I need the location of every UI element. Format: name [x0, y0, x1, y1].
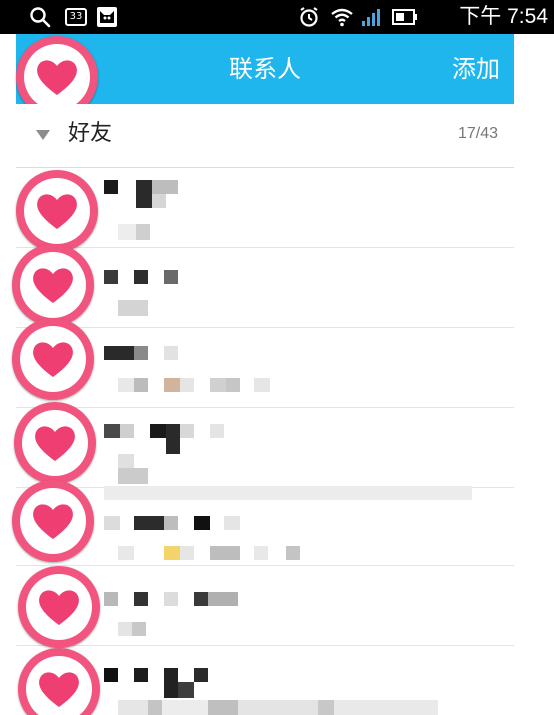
- notification-count-icon: 33: [65, 8, 87, 26]
- name-pixelated: [104, 346, 134, 360]
- contact-avatar[interactable]: [12, 244, 94, 326]
- name-pixelated: [104, 592, 118, 606]
- name-pixelated: [104, 424, 120, 438]
- heart-icon: [39, 590, 79, 625]
- signature-pixelated: [118, 546, 134, 560]
- contact-avatar[interactable]: [18, 566, 100, 648]
- heart-icon: [33, 342, 73, 377]
- contact-avatar[interactable]: [14, 402, 96, 484]
- alarm-icon: [296, 0, 322, 34]
- signature-pixelated: [118, 468, 148, 484]
- heart-icon: [33, 504, 73, 539]
- signature-pixelated: [118, 224, 136, 240]
- heart-icon: [37, 60, 77, 95]
- contact-avatar[interactable]: [12, 318, 94, 400]
- expand-arrow-icon: [36, 130, 50, 140]
- group-header-friends[interactable]: 好友 17/43: [16, 104, 514, 168]
- contact-avatar[interactable]: [12, 480, 94, 562]
- name-pixelated: [104, 516, 120, 530]
- signature-pixelated: [118, 700, 498, 715]
- add-contact-button[interactable]: 添加: [452, 34, 500, 104]
- name-pixelated: [104, 668, 118, 682]
- wifi-icon: [328, 0, 356, 34]
- search-icon: [26, 0, 54, 34]
- group-name: 好友: [68, 121, 113, 146]
- name-pixelated: [104, 270, 118, 284]
- signature-pixelated: [118, 300, 148, 316]
- name-pixelated: [104, 180, 118, 194]
- heart-icon: [35, 426, 75, 461]
- heart-icon: [37, 194, 77, 229]
- heart-icon: [39, 672, 79, 707]
- status-bar: 33 下午 7:54: [0, 0, 554, 34]
- cat-app-icon: [94, 0, 120, 34]
- heart-icon: [33, 268, 73, 303]
- signature-pixelated: [118, 378, 134, 392]
- group-online-count: 17/43: [457, 125, 498, 142]
- contact-avatar[interactable]: [16, 170, 98, 252]
- battery-icon: [390, 0, 420, 34]
- status-clock: 下午 7:54: [459, 5, 548, 28]
- signature-pixelated: [118, 622, 132, 636]
- signal-icon: [358, 0, 384, 34]
